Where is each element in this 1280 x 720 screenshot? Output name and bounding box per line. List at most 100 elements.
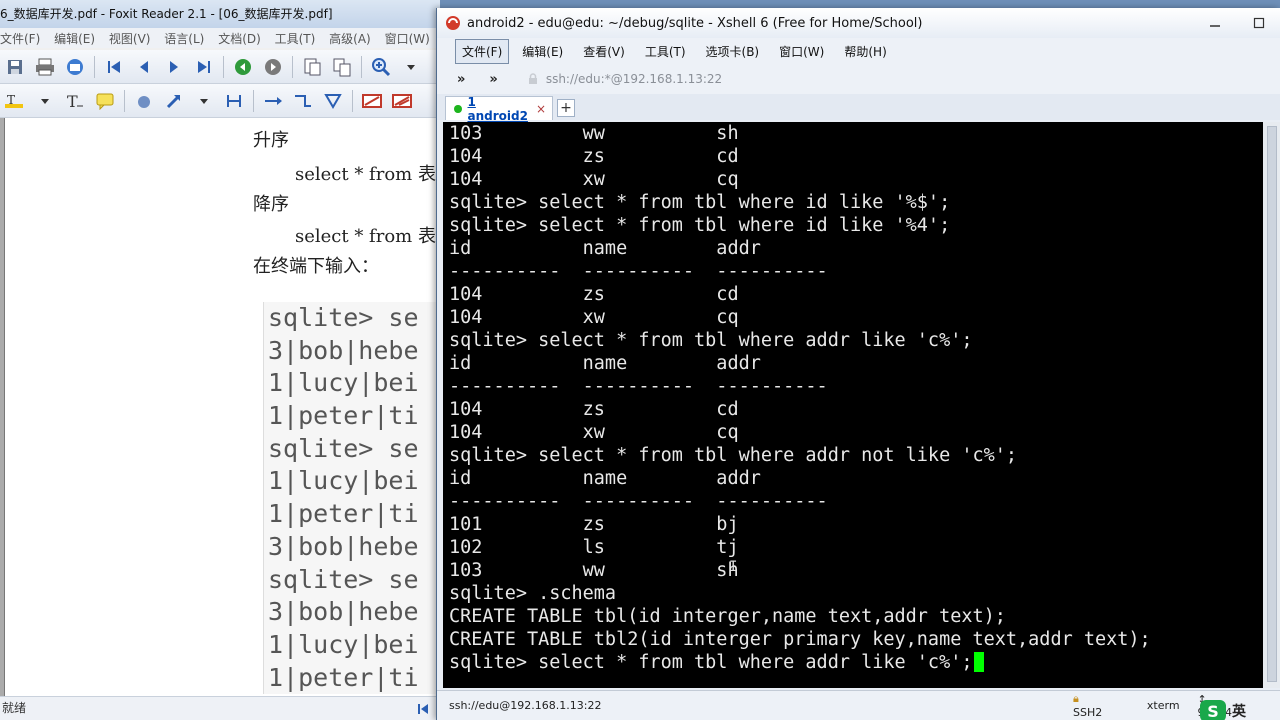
- foxit-menu-edit[interactable]: 编辑(E): [54, 28, 103, 47]
- save-icon[interactable]: [3, 55, 27, 79]
- xshell-address-toolbar: » » ssh://edu:*@192.168.1.13:22: [437, 64, 1280, 94]
- foxit-menu-window[interactable]: 窗口(W): [385, 28, 438, 47]
- pencil-tool-icon[interactable]: [321, 89, 345, 113]
- toolbar-separator: [94, 55, 95, 78]
- protocol-status: SSH2: [1073, 706, 1103, 719]
- eraser-markup-icon[interactable]: [390, 89, 414, 113]
- foxit-menu-tools[interactable]: 工具(T): [275, 28, 324, 47]
- terminal-line: 103 ww sh: [449, 123, 739, 144]
- polyline-tool-icon[interactable]: [291, 89, 315, 113]
- doc-code-line: 3|bob|hebe: [268, 531, 419, 561]
- close-icon[interactable]: ×: [536, 102, 546, 116]
- toolbar-separator: [292, 55, 293, 78]
- window-controls: [1193, 8, 1280, 38]
- next-page-icon[interactable]: [162, 55, 186, 79]
- continuous-page-icon[interactable]: [330, 55, 354, 79]
- foxit-title-bar[interactable]: 6_数据库开发.pdf - Foxit Reader 2.1 - [06_数据库…: [0, 0, 440, 28]
- line-tool-icon[interactable]: [261, 89, 285, 113]
- xshell-menu-file[interactable]: 文件(F): [455, 38, 510, 64]
- document-viewport[interactable]: 升序 select * from 表 降序 select * from 表 在终…: [0, 118, 440, 696]
- terminal-line: CREATE TABLE tbl(id interger,name text,a…: [449, 606, 1006, 627]
- doc-terminal-instruction: 在终端下输入：: [253, 256, 379, 277]
- doc-code-line: 3|bob|hebe: [268, 597, 419, 627]
- terminal-line: CREATE TABLE tbl2(id interger primary ke…: [449, 629, 1151, 650]
- svg-text:T: T: [7, 93, 15, 107]
- terminal-prompt-line[interactable]: sqlite> select * from tbl where addr lik…: [443, 651, 1263, 674]
- doc-sql-ascending: select * from 表: [295, 164, 436, 185]
- address-bar[interactable]: ssh://edu:*@192.168.1.13:22: [528, 72, 722, 86]
- single-page-icon[interactable]: [300, 55, 324, 79]
- previous-page-icon[interactable]: [132, 55, 156, 79]
- xshell-menu-edit[interactable]: 编辑(E): [515, 39, 570, 64]
- first-page-icon[interactable]: [414, 701, 432, 717]
- chevron-down-icon[interactable]: [399, 55, 423, 79]
- scrollbar-thumb[interactable]: [1267, 126, 1277, 682]
- toolbar-overflow-icon[interactable]: »: [457, 72, 465, 87]
- chevron-down-icon[interactable]: [33, 89, 57, 113]
- note-icon[interactable]: [93, 89, 117, 113]
- session-tab-bar: 1 android2 × +: [437, 94, 1280, 123]
- zoom-in-icon[interactable]: [369, 55, 393, 79]
- go-forward-icon[interactable]: [261, 55, 285, 79]
- hand-tool-icon[interactable]: [132, 89, 156, 113]
- doc-sql-descending: select * from 表: [295, 226, 436, 247]
- foxit-toolbar-main: [0, 50, 440, 84]
- doc-code-line: 3|bob|hebe: [268, 335, 419, 365]
- doc-code-block: sqlite> se 3|bob|hebe 1|lucy|bei 1|peter…: [263, 302, 440, 694]
- terminal-area[interactable]: 103 ww sh 104 zs cd 104 xw cq sqlite> se…: [443, 122, 1263, 688]
- xshell-menu-window[interactable]: 窗口(W): [772, 39, 831, 64]
- terminal-line: 102 ls tj: [449, 537, 739, 558]
- measure-icon[interactable]: [222, 89, 246, 113]
- foxit-menu-view[interactable]: 视图(V): [109, 28, 159, 47]
- rectangle-markup-icon[interactable]: [360, 89, 384, 113]
- foxit-menu-advanced[interactable]: 高级(A): [329, 28, 379, 47]
- connected-status-icon: [454, 104, 462, 113]
- terminal-line: id name addr: [449, 468, 761, 489]
- typewriter-icon[interactable]: T: [63, 89, 87, 113]
- doc-heading-ascending: 升序: [253, 130, 289, 151]
- xshell-window: android2 - edu@edu: ~/debug/sqlite - Xsh…: [436, 8, 1280, 720]
- terminal-line: 104 xw cq: [449, 307, 739, 328]
- maximize-button[interactable]: [1237, 8, 1280, 38]
- chevron-down-icon[interactable]: [192, 89, 216, 113]
- xshell-menu-tabs[interactable]: 选项卡(B): [699, 39, 767, 64]
- terminal-scrollbar[interactable]: [1263, 122, 1280, 688]
- doc-code-line: sqlite> se: [268, 564, 419, 594]
- tab-android2[interactable]: 1 android2 ×: [445, 94, 553, 123]
- highlight-text-icon[interactable]: T: [3, 89, 27, 113]
- foxit-title: 6_数据库开发.pdf - Foxit Reader 2.1 - [06_数据库…: [0, 7, 333, 21]
- first-page-icon[interactable]: [102, 55, 126, 79]
- last-page-icon[interactable]: [192, 55, 216, 79]
- foxit-status-bar: 就绪: [0, 696, 440, 720]
- xshell-app-icon: [446, 16, 460, 30]
- terminal-line: ---------- ---------- ----------: [449, 376, 828, 397]
- xshell-menu-view[interactable]: 查看(V): [576, 39, 632, 64]
- terminal-line: sqlite> select * from tbl where id like …: [449, 192, 951, 213]
- doc-code-line: 1|lucy|bei: [268, 368, 419, 398]
- doc-code-line: sqlite> se: [268, 303, 419, 332]
- toolbar-overflow-icon[interactable]: »: [489, 72, 497, 87]
- email-icon[interactable]: [63, 55, 87, 79]
- select-arrow-icon[interactable]: [162, 89, 186, 113]
- connection-status: ssh://edu@192.168.1.13:22: [449, 699, 602, 712]
- minimize-button[interactable]: [1193, 8, 1237, 38]
- foxit-menu-file[interactable]: 文件(F): [0, 28, 48, 47]
- foxit-menu-document[interactable]: 文档(D): [218, 28, 269, 47]
- foxit-menu-language[interactable]: 语言(L): [164, 28, 212, 47]
- ime-indicator[interactable]: S 英: [1200, 700, 1246, 720]
- lock-icon: 🔒︎: [1073, 692, 1079, 705]
- terminal-line: 104 xw cq: [449, 422, 739, 443]
- xshell-menu-tools[interactable]: 工具(T): [638, 39, 693, 64]
- tab-label: 1 android2: [467, 94, 528, 123]
- toolbar-separator: [223, 55, 224, 78]
- toolbar-separator: [352, 89, 353, 112]
- xshell-title-bar[interactable]: android2 - edu@edu: ~/debug/sqlite - Xsh…: [437, 8, 1280, 38]
- terminal-prompt-text: sqlite> select * from tbl where addr lik…: [449, 652, 973, 673]
- xshell-menu-help[interactable]: 帮助(H): [837, 39, 893, 64]
- doc-code-line: 1|peter|ti: [268, 662, 419, 692]
- print-icon[interactable]: [33, 55, 57, 79]
- ime-language: 英: [1232, 704, 1246, 720]
- xshell-menu-bar: 文件(F) 编辑(E) 查看(V) 工具(T) 选项卡(B) 窗口(W) 帮助(…: [437, 38, 1280, 64]
- add-tab-button[interactable]: +: [557, 99, 575, 117]
- go-back-icon[interactable]: [231, 55, 255, 79]
